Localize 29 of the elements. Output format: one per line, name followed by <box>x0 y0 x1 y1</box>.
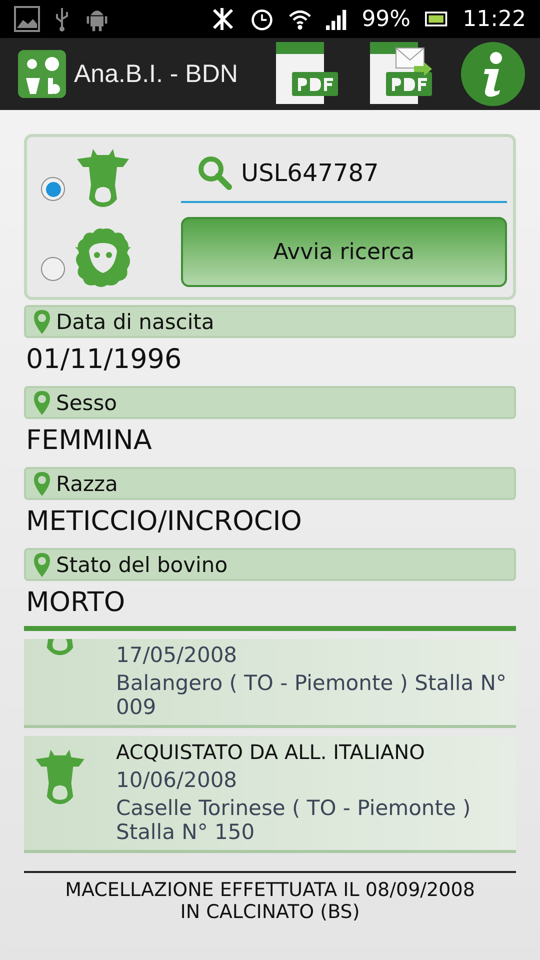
slaughter-note: MACELLAZIONE EFFETTUATA IL 08/09/2008 IN CALCINATO (BS) <box>64 878 476 923</box>
header-label: Razza <box>56 472 118 496</box>
clock-time: 11:22 <box>462 6 526 32</box>
header-label: Data di nascita <box>56 310 214 334</box>
picture-icon <box>14 6 40 32</box>
header-label: Sesso <box>56 390 117 414</box>
event-date: 10/06/2008 <box>116 768 238 792</box>
location-pin-icon <box>34 310 50 334</box>
app-logo-icon <box>18 50 66 98</box>
field-value: METICCIO/INCROCIO <box>25 505 303 539</box>
location-pin-icon <box>34 552 50 576</box>
info-icon[interactable] <box>460 41 526 107</box>
search-button[interactable]: Avvia ricerca <box>181 217 507 287</box>
event-title: ACQUISTATO DA ALL. ITALIANO <box>116 740 426 764</box>
header-label: Stato del bovino <box>56 552 228 576</box>
event-date: 17/05/2008 <box>116 643 238 667</box>
field-value: 01/11/1996 <box>25 343 183 377</box>
event-place: Caselle Torinese ( TO - Piemonte ) Stalla N° 150 <box>116 796 472 844</box>
battery-percentage: 99% <box>362 6 411 32</box>
radio-button[interactable] <box>41 257 65 281</box>
search-field[interactable]: USL647787 <box>181 145 507 203</box>
location-pin-icon <box>34 472 50 496</box>
field-value: MORTO <box>25 586 126 620</box>
usb-icon <box>54 6 70 32</box>
event-place: Balangero ( TO - Piemonte ) Stalla N° 009 <box>116 671 508 719</box>
location-pin-icon <box>34 390 50 414</box>
radio-button[interactable] <box>41 177 65 201</box>
field-value: FEMMINA <box>25 424 153 458</box>
app-title: Ana.B.I. - BDN <box>74 60 239 88</box>
